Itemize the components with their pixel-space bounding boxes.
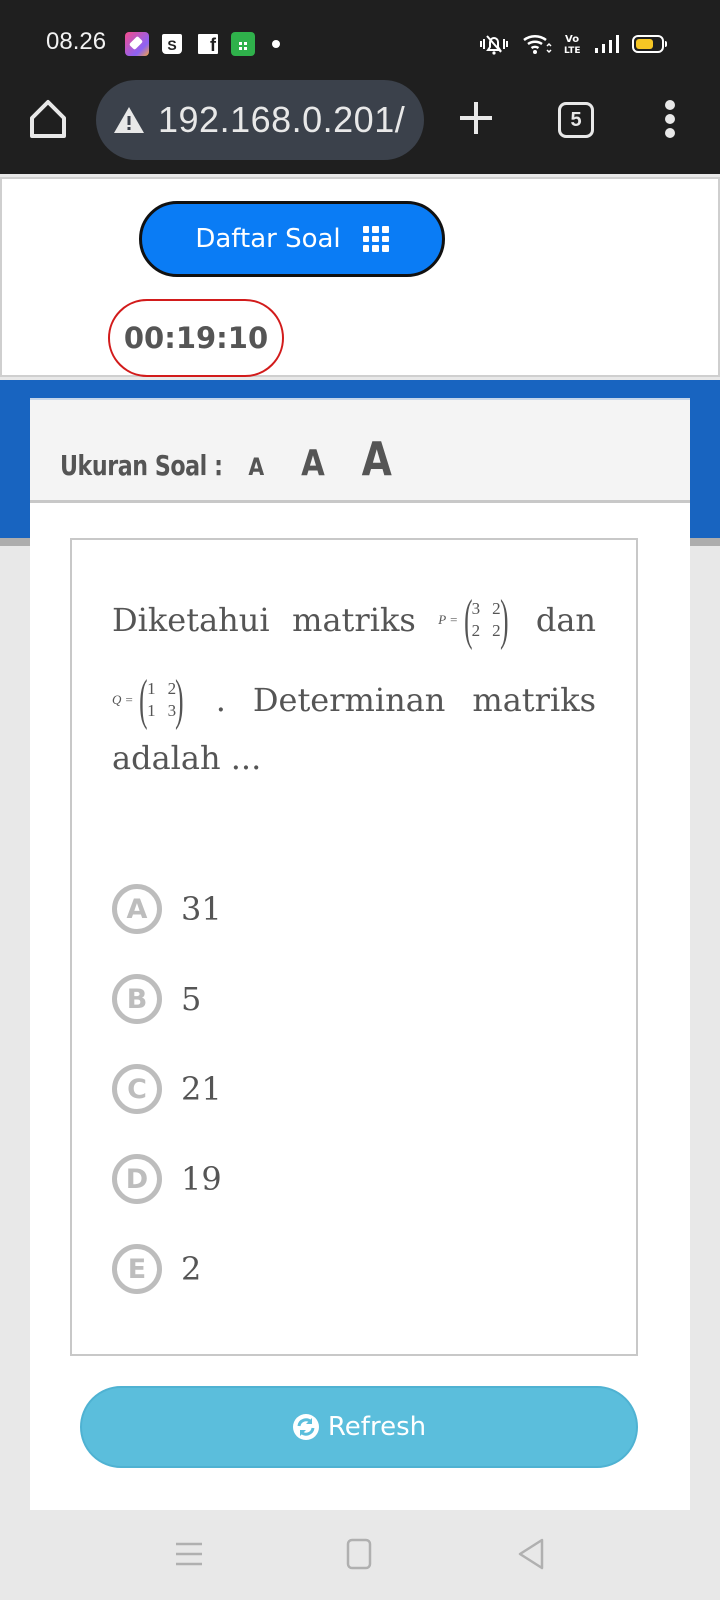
answer-options: A 31 B 5 C 21 D 19 E 2 xyxy=(112,864,596,1314)
recent-apps-button[interactable] xyxy=(174,1538,206,1570)
option-text[interactable]: 2 xyxy=(181,1250,201,1288)
clock: 08.26 xyxy=(46,28,107,55)
battery-icon xyxy=(632,35,667,53)
shopee-icon: S xyxy=(162,34,182,54)
question-box: Diketahui matriks P = ( 3 2 2 2 ) dan Q … xyxy=(70,538,638,1356)
signal-icon xyxy=(595,35,619,53)
system-icons: Vo LTE xyxy=(478,30,667,58)
font-size-large-button[interactable]: A xyxy=(362,432,392,486)
option-text[interactable]: 5 xyxy=(181,980,201,1018)
paintbrush-app-icon xyxy=(125,32,149,56)
exam-header-panel: Daftar Soal 00:19:10 xyxy=(0,177,720,377)
option-radio[interactable]: B xyxy=(112,974,162,1024)
home-nav-button[interactable] xyxy=(344,1538,376,1570)
menu-dot xyxy=(665,114,675,124)
question-text: Diketahui matriks P = ( 3 2 2 2 ) dan Q … xyxy=(112,580,596,786)
option-text[interactable]: 19 xyxy=(181,1160,222,1198)
home-button[interactable] xyxy=(28,98,68,142)
menu-dot xyxy=(665,100,675,110)
question-card: Ukuran Soal : A A A Diketahui matriks P … xyxy=(30,398,690,1514)
font-size-small-button[interactable]: A xyxy=(248,453,264,481)
font-size-medium-button[interactable]: A xyxy=(301,443,325,484)
question-word: matriks xyxy=(292,601,416,639)
browser-menu-button[interactable] xyxy=(664,100,676,140)
option-text[interactable]: 31 xyxy=(181,890,222,928)
font-size-label: Ukuran Soal : xyxy=(60,449,223,482)
facebook-icon: f xyxy=(198,34,218,55)
volte-icon: Vo LTE xyxy=(564,34,581,56)
matrix-p-image: P = ( 3 2 2 2 ) xyxy=(438,580,513,660)
question-word: adalah ... xyxy=(112,739,262,777)
svg-text:LTE: LTE xyxy=(564,46,581,56)
question-word: dan xyxy=(535,601,596,639)
wifi-icon xyxy=(523,35,552,54)
refresh-icon xyxy=(292,1414,319,1440)
question-word: Determinan xyxy=(252,681,446,719)
refresh-label: Refresh xyxy=(327,1412,427,1442)
refresh-button[interactable]: Refresh xyxy=(80,1386,638,1468)
not-secure-warning-icon[interactable] xyxy=(112,105,146,135)
option-text[interactable]: 21 xyxy=(181,1070,222,1108)
matrix-cell: 3 xyxy=(471,599,481,618)
option-d[interactable]: D 19 xyxy=(112,1134,596,1224)
green-shopping-bag-icon xyxy=(231,32,255,56)
option-c[interactable]: C 21 xyxy=(112,1044,596,1134)
option-a[interactable]: A 31 xyxy=(112,864,596,954)
question-word: matriks xyxy=(472,681,596,719)
option-radio[interactable]: C xyxy=(112,1064,162,1114)
system-navigation-bar xyxy=(0,1510,720,1600)
back-nav-button[interactable] xyxy=(516,1538,548,1570)
new-tab-button[interactable] xyxy=(458,100,494,136)
matrix-cell: 2 xyxy=(471,621,481,640)
option-b[interactable]: B 5 xyxy=(112,954,596,1044)
option-e[interactable]: E 2 xyxy=(112,1224,596,1314)
daftar-soal-label: Daftar Soal xyxy=(195,224,341,254)
browser-toolbar: 192.168.0.201/ 5 xyxy=(0,80,720,174)
matrix-p-name: P = xyxy=(438,612,458,627)
grid-icon xyxy=(362,226,389,252)
option-radio[interactable]: E xyxy=(112,1244,162,1294)
status-bar: 08.26 S f Vo LTE xyxy=(0,0,720,80)
menu-dot xyxy=(665,128,675,138)
option-radio[interactable]: A xyxy=(112,884,162,934)
svg-text:Vo: Vo xyxy=(565,34,579,45)
matrix-cell: 1 xyxy=(147,679,156,698)
url-text[interactable]: 192.168.0.201/ xyxy=(158,99,405,141)
web-page: Daftar Soal 00:19:10 Ukuran Soal : A A A… xyxy=(0,174,720,1600)
font-size-selector: Ukuran Soal : A A A xyxy=(30,398,690,503)
vibrate-mute-icon xyxy=(480,35,508,55)
option-radio[interactable]: D xyxy=(112,1154,162,1204)
more-notifications-dot xyxy=(272,40,280,48)
countdown-timer: 00:19:10 xyxy=(108,299,284,377)
daftar-soal-button[interactable]: Daftar Soal xyxy=(139,201,445,277)
address-bar[interactable]: 192.168.0.201/ xyxy=(96,80,424,160)
tab-switcher-button[interactable]: 5 xyxy=(558,102,594,138)
question-word: Diketahui xyxy=(112,601,270,639)
